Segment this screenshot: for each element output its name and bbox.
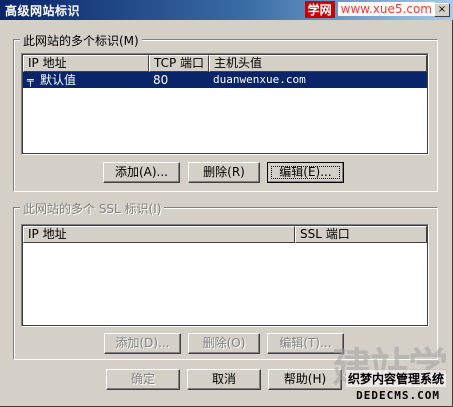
ok-button[interactable]: 确定 (106, 369, 180, 390)
advanced-site-identification-dialog: 高级网站标识 学网 www.xue5.com × 此网站的多个标识(M) IP … (0, 0, 453, 407)
column-header-host[interactable]: 主机头值 (209, 55, 427, 72)
identities-list-header: IP 地址 TCP 端口 主机头值 (23, 55, 427, 72)
column-header-ssl-port[interactable]: SSL 端口 (295, 226, 427, 243)
cancel-button[interactable]: 取消 (187, 369, 261, 390)
add-identity-button[interactable]: 添加(A)... (103, 162, 180, 183)
remove-identity-button[interactable]: 删除(R) (188, 162, 260, 183)
ssl-list-header: IP 地址 SSL 端口 (23, 226, 427, 243)
cell-tcp-port: 80 (153, 73, 169, 87)
close-button[interactable]: × (434, 3, 450, 17)
cell-ip: ╤ 默认值 (27, 73, 77, 87)
column-header-ssl-ip[interactable]: IP 地址 (23, 226, 295, 243)
ssl-identities-list[interactable]: IP 地址 SSL 端口 (21, 224, 429, 327)
title-bar[interactable]: 高级网站标识 学网 www.xue5.com × (0, 0, 453, 20)
table-row[interactable]: ╤ 默认值 80 duanwenxue.com (23, 72, 427, 88)
add-ssl-button[interactable]: 添加(D)... (104, 333, 181, 354)
watermark-bottom: 建站学 织梦内容管理系统 DEDECMS.COM (300, 335, 450, 405)
ssl-identities-group-label: 此网站的多个 SSL 标识(I) (20, 200, 165, 217)
network-icon: ╤ (27, 74, 34, 87)
window-title: 高级网站标识 (5, 4, 81, 18)
watermark-badge: 学网 (304, 0, 335, 18)
watermark-cn-text: 织梦内容管理系统 (345, 370, 446, 387)
column-header-tcp-port[interactable]: TCP 端口 (149, 55, 209, 72)
column-header-ip[interactable]: IP 地址 (23, 55, 149, 72)
watermark-url-text: DEDECMS.COM (356, 389, 440, 402)
watermark-top: 学网 www.xue5.com (304, 0, 435, 18)
remove-ssl-button[interactable]: 删除(O) (188, 333, 260, 354)
identities-list[interactable]: IP 地址 TCP 端口 主机头值 ╤ 默认值 80 duanwenxue.com (21, 53, 429, 155)
watermark-site: www.xue5.com (337, 2, 435, 16)
identities-group-label: 此网站的多个标识(M) (20, 32, 142, 49)
edit-identity-button[interactable]: 编辑(E)... (267, 162, 344, 183)
cell-host: duanwenxue.com (213, 73, 306, 86)
close-icon: × (437, 4, 447, 15)
